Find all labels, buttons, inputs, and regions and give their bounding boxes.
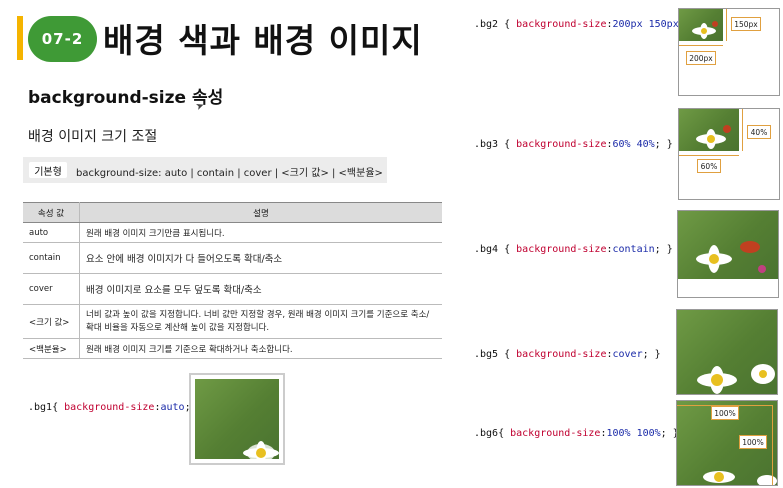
table-row: contain 요소 안에 배경 이미지가 다 들어오도록 확대/축소 — [23, 242, 442, 274]
size-label-width: 60% — [697, 159, 721, 173]
table-cell-desc: 원래 배경 이미지 크기만큼 표시됩니다. — [79, 222, 442, 243]
code-value: 200px 150px — [612, 19, 679, 30]
code-property: background-size — [510, 428, 601, 439]
flower-photo — [195, 379, 279, 459]
table-row: cover 배경 이미지로 요소를 모두 덮도록 확대/축소 — [23, 273, 442, 305]
code-selector: .bg5 { — [474, 349, 517, 360]
daisy-image — [243, 441, 279, 459]
table-cell-value: <크기 값> — [23, 304, 80, 339]
table-row: <백분율> 원래 배경 이미지 크기를 기준으로 확대하거나 축소합니다. — [23, 338, 442, 359]
size-label-width: 100% — [711, 406, 739, 420]
table-cell-value: <백분율> — [23, 338, 80, 359]
code-bg4: .bg4 { background-size:contain; } — [474, 244, 673, 255]
size-label-height: 150px — [731, 17, 761, 31]
size-label-height: 40% — [747, 125, 771, 139]
bg2-preview: 200px 150px — [678, 8, 780, 96]
code-selector: .bg1{ — [28, 402, 65, 413]
table-header-desc: 설명 — [79, 202, 442, 223]
table-cell-value: contain — [23, 242, 80, 274]
flower-photo — [679, 109, 739, 151]
table-header-row: 속성 값 설명 — [23, 202, 442, 223]
code-value: 60% 40% — [612, 139, 655, 150]
code-property: background-size — [516, 349, 607, 360]
code-property: background-size — [64, 402, 155, 413]
code-bg6: .bg6{ background-size:100% 100%; } — [474, 428, 679, 439]
table-row: auto 원래 배경 이미지 크기만큼 표시됩니다. — [23, 222, 442, 243]
code-property: background-size — [516, 19, 607, 30]
size-label-width: 200px — [686, 51, 716, 65]
daisy-image — [696, 125, 731, 149]
table-cell-desc: 요소 안에 배경 이미지가 다 들어오도록 확대/축소 — [79, 242, 442, 274]
code-value: auto — [160, 402, 185, 413]
syntax-text: background-size: auto | contain | cover … — [76, 168, 383, 179]
code-bg2: .bg2 { background-size:200px 150px;} — [474, 19, 691, 30]
table-cell-desc: 배경 이미지로 요소를 모두 덮도록 확대/축소 — [79, 273, 442, 305]
code-end: ; } — [642, 349, 661, 360]
code-bg1: .bg1{ background-size:auto;} — [28, 402, 197, 413]
section-subheading: 배경 이미지 크기 조절 — [28, 129, 158, 145]
bg6-preview: 100% 100% — [676, 400, 778, 486]
table-cell-value: auto — [23, 222, 80, 243]
code-end: ; } — [654, 139, 673, 150]
bg1-preview — [189, 373, 285, 465]
bg3-preview: 60% 40% — [678, 108, 780, 200]
flower-photo — [679, 9, 723, 41]
chapter-title: 배경 색과 배경 이미지 — [103, 21, 423, 60]
flower-photo — [678, 211, 778, 279]
table-cell-value: cover — [23, 273, 80, 305]
code-selector: .bg3 { — [474, 139, 517, 150]
table-cell-desc: 원래 배경 이미지 크기를 기준으로 확대하거나 축소합니다. — [79, 338, 442, 359]
property-table: 속성 값 설명 auto 원래 배경 이미지 크기만큼 표시됩니다. conta… — [23, 202, 442, 359]
flower-photo — [677, 310, 777, 394]
bg4-preview — [677, 210, 779, 298]
table-row: <크기 값> 너비 값과 높이 값을 지정합니다. 너비 값만 지정할 경우, … — [23, 304, 442, 339]
code-selector: .bg4 { — [474, 244, 517, 255]
daisy-image — [697, 364, 775, 394]
accent-bar — [17, 16, 23, 60]
code-value: cover — [612, 349, 643, 360]
size-label-height: 100% — [739, 435, 767, 449]
daisy-image — [703, 471, 777, 485]
code-bg5: .bg5 { background-size:cover; } — [474, 349, 661, 360]
code-selector: .bg2 { — [474, 19, 517, 30]
code-selector: .bg6{ — [474, 428, 511, 439]
bg5-preview — [676, 309, 778, 395]
code-value: contain — [612, 244, 655, 255]
syntax-tag: 기본형 — [29, 162, 67, 178]
daisy-image — [692, 21, 718, 39]
daisy-image — [696, 241, 766, 273]
code-property: background-size — [516, 244, 607, 255]
table-cell-desc: 너비 값과 높이 값을 지정합니다. 너비 값만 지정할 경우, 원래 배경 이… — [79, 304, 442, 339]
code-value: 100% 100% — [606, 428, 661, 439]
code-property: background-size — [516, 139, 607, 150]
code-bg3: .bg3 { background-size:60% 40%; } — [474, 139, 673, 150]
code-end: ; } — [654, 244, 673, 255]
table-header-value: 속성 값 — [23, 202, 80, 223]
chapter-badge: 07-2 — [28, 16, 97, 62]
